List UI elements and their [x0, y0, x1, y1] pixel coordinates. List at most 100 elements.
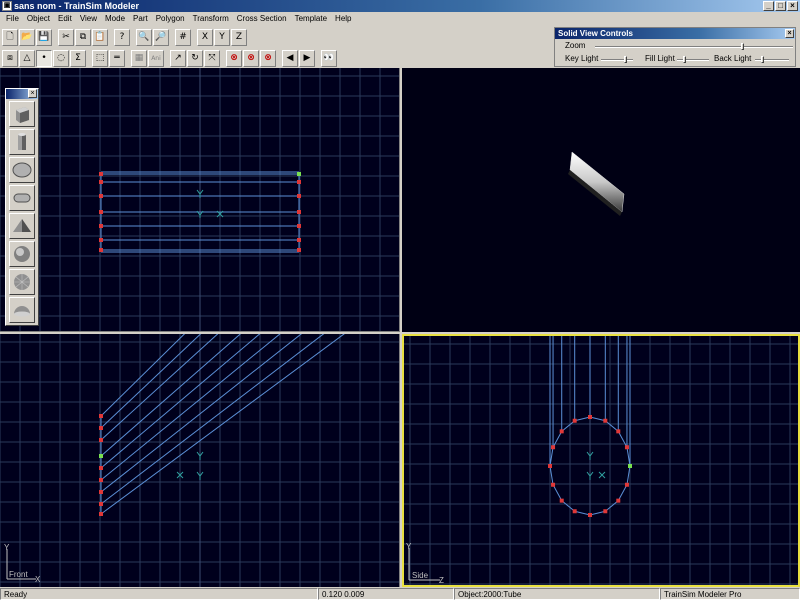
zoom-slider[interactable]	[595, 43, 793, 50]
menu-polygon[interactable]: Polygon	[152, 12, 189, 26]
vertex[interactable]	[99, 502, 103, 506]
front-viewport[interactable]: Y X Front	[0, 334, 400, 587]
select-part-icon[interactable]: ⧈	[2, 49, 18, 67]
open-folder-icon[interactable]: 📂	[19, 28, 35, 46]
solid-view-close-icon[interactable]: ×	[785, 29, 794, 38]
maximize-button[interactable]: □	[775, 1, 786, 11]
vertex[interactable]	[572, 418, 577, 423]
vertex[interactable]	[99, 172, 103, 176]
tube-primitive-button[interactable]	[9, 185, 35, 211]
app-icon[interactable]: ▣	[2, 1, 12, 11]
grid-icon[interactable]: #	[175, 28, 191, 46]
vertex[interactable]	[297, 194, 301, 198]
ruler-icon[interactable]: ═	[109, 49, 125, 67]
vertex[interactable]	[99, 194, 103, 198]
vertex[interactable]	[99, 426, 103, 430]
texture-icon[interactable]: ▦	[131, 49, 147, 67]
zoom-slider-thumb[interactable]	[741, 43, 744, 50]
solid-view-canvas[interactable]	[402, 68, 800, 332]
vertex[interactable]	[624, 445, 629, 450]
ellipse-primitive-button[interactable]	[9, 157, 35, 183]
select-point-icon[interactable]: •	[36, 49, 52, 67]
vertex[interactable]	[99, 414, 103, 418]
vertex[interactable]	[99, 512, 103, 516]
axis-z-icon[interactable]: Z	[231, 28, 247, 46]
fill-light-slider[interactable]	[677, 56, 709, 63]
sum-icon[interactable]: Σ	[70, 49, 86, 67]
help-icon[interactable]: ?	[114, 28, 130, 46]
zoom-region-icon[interactable]: 🔎	[153, 28, 169, 46]
vertex[interactable]	[99, 248, 103, 252]
rotate-icon[interactable]: ↻	[187, 49, 203, 67]
cone-primitive-button[interactable]	[9, 213, 35, 239]
front-view-canvas[interactable]: Y X Front	[0, 334, 400, 587]
previous-icon[interactable]: ◀	[282, 49, 298, 67]
vertex[interactable]	[559, 429, 564, 434]
new-file-icon[interactable]: 🗋	[2, 28, 18, 46]
back-light-slider-thumb[interactable]	[761, 56, 764, 63]
vertex[interactable]	[559, 498, 564, 503]
vertex[interactable]	[551, 482, 556, 487]
vertex[interactable]	[616, 429, 621, 434]
sphere-primitive-button[interactable]	[9, 241, 35, 267]
vertex[interactable]	[297, 248, 301, 252]
hemisphere-primitive-button[interactable]	[9, 297, 35, 323]
vertex[interactable]	[297, 238, 301, 242]
select-region-icon[interactable]: ⬚	[92, 49, 108, 67]
vertex[interactable]	[99, 210, 103, 214]
fill-light-slider-thumb[interactable]	[683, 56, 686, 63]
key-light-slider[interactable]	[601, 56, 633, 63]
vertex[interactable]	[572, 509, 577, 514]
box-primitive-button[interactable]	[9, 101, 35, 127]
menu-part[interactable]: Part	[129, 12, 152, 26]
next-icon[interactable]: ▶	[299, 49, 315, 67]
paste-icon[interactable]: 📋	[92, 28, 108, 46]
vertex[interactable]	[99, 490, 103, 494]
side-view-canvas[interactable]: Y Z Side	[404, 336, 798, 585]
menu-transform[interactable]: Transform	[189, 12, 233, 26]
move-icon[interactable]: ↗	[170, 49, 186, 67]
vertex[interactable]	[99, 478, 103, 482]
vertex[interactable]	[588, 513, 592, 517]
top-view-canvas[interactable]	[0, 68, 400, 332]
vertex[interactable]	[551, 445, 556, 450]
vertex[interactable]	[603, 509, 608, 514]
binoculars-icon[interactable]: 👀	[321, 49, 337, 67]
palette-close-icon[interactable]: ×	[28, 89, 37, 98]
vertex[interactable]	[99, 238, 103, 242]
vertex[interactable]	[99, 224, 103, 228]
back-light-slider[interactable]	[755, 56, 789, 63]
axis-y-icon[interactable]: Y	[214, 28, 230, 46]
select-polygon-icon[interactable]: △	[19, 49, 35, 67]
copy-icon[interactable]: ⧉	[75, 28, 91, 46]
menu-template[interactable]: Template	[291, 12, 331, 26]
vertex[interactable]	[297, 180, 301, 184]
selected-vertex[interactable]	[628, 464, 632, 468]
zoom-icon[interactable]: 🔍	[136, 28, 152, 46]
menu-file[interactable]: File	[2, 12, 23, 26]
vertex[interactable]	[99, 180, 103, 184]
animation-icon[interactable]: Ani	[148, 49, 164, 67]
solid-3d-viewport[interactable]	[402, 68, 800, 332]
close-button[interactable]: ×	[787, 1, 798, 11]
menu-object[interactable]: Object	[23, 12, 54, 26]
delete-icon[interactable]: ⊗	[226, 49, 242, 67]
menu-help[interactable]: Help	[331, 12, 355, 26]
key-light-slider-thumb[interactable]	[624, 56, 627, 63]
select-edge-icon[interactable]: ◌	[53, 49, 69, 67]
vertex[interactable]	[297, 224, 301, 228]
vertex[interactable]	[588, 415, 592, 419]
vertex[interactable]	[99, 466, 103, 470]
cut-icon[interactable]: ✂	[58, 28, 74, 46]
menu-cross-section[interactable]: Cross Section	[233, 12, 291, 26]
cylinder-primitive-button[interactable]	[9, 129, 35, 155]
vertex[interactable]	[624, 482, 629, 487]
menu-mode[interactable]: Mode	[101, 12, 129, 26]
menu-edit[interactable]: Edit	[54, 12, 76, 26]
menu-view[interactable]: View	[76, 12, 101, 26]
minimize-button[interactable]: _	[763, 1, 774, 11]
top-viewport[interactable]	[0, 68, 400, 332]
delete-polygon-icon[interactable]: ⊗	[243, 49, 259, 67]
vertex[interactable]	[603, 418, 608, 423]
side-viewport[interactable]: Y Z Side	[402, 334, 800, 587]
